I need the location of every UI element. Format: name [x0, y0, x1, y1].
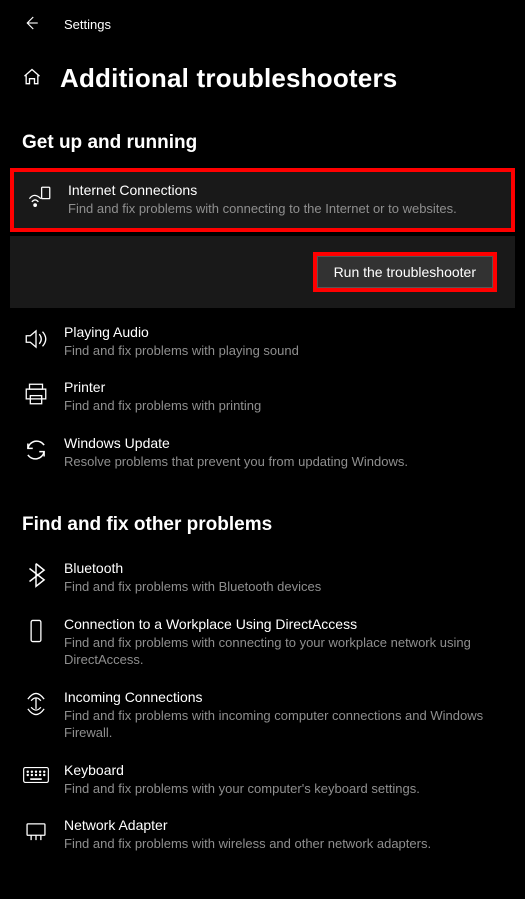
item-desc: Resolve problems that prevent you from u…: [64, 453, 503, 471]
page-title: Additional troubleshooters: [60, 63, 397, 94]
troubleshooter-printer[interactable]: Printer Find and fix problems with print…: [10, 369, 515, 425]
item-text: Connection to a Workplace Using DirectAc…: [64, 616, 503, 669]
list-other: Bluetooth Find and fix problems with Blu…: [0, 550, 525, 867]
item-name: Connection to a Workplace Using DirectAc…: [64, 616, 503, 632]
page-title-row: Additional troubleshooters: [0, 49, 525, 114]
run-troubleshooter-row: Run the troubleshooter: [10, 236, 515, 308]
window-header: Settings: [0, 0, 525, 49]
item-name: Keyboard: [64, 762, 503, 778]
network-adapter-icon: [22, 819, 50, 847]
home-icon[interactable]: [22, 67, 42, 90]
item-desc: Find and fix problems with connecting to…: [64, 634, 503, 669]
troubleshooter-windows-update[interactable]: Windows Update Resolve problems that pre…: [10, 425, 515, 481]
app-title: Settings: [64, 17, 111, 32]
item-desc: Find and fix problems with wireless and …: [64, 835, 503, 853]
item-text: Internet Connections Find and fix proble…: [68, 182, 499, 218]
item-name: Printer: [64, 379, 503, 395]
item-text: Bluetooth Find and fix problems with Blu…: [64, 560, 503, 596]
item-text: Keyboard Find and fix problems with your…: [64, 762, 503, 798]
update-icon: [22, 437, 50, 465]
item-name: Windows Update: [64, 435, 503, 451]
troubleshooter-playing-audio[interactable]: Playing Audio Find and fix problems with…: [10, 314, 515, 370]
item-desc: Find and fix problems with connecting to…: [68, 200, 499, 218]
item-text: Playing Audio Find and fix problems with…: [64, 324, 503, 360]
item-name: Playing Audio: [64, 324, 503, 340]
arrow-left-icon: [22, 14, 40, 32]
troubleshooter-incoming-connections[interactable]: Incoming Connections Find and fix proble…: [10, 679, 515, 752]
section-title-get-up: Get up and running: [0, 114, 525, 168]
run-troubleshooter-button[interactable]: Run the troubleshooter: [317, 256, 493, 288]
item-name: Network Adapter: [64, 817, 503, 833]
section-title-other: Find and fix other problems: [0, 484, 525, 550]
list-get-up: Internet Connections Find and fix proble…: [0, 168, 525, 236]
troubleshooter-bluetooth[interactable]: Bluetooth Find and fix problems with Blu…: [10, 550, 515, 606]
item-desc: Find and fix problems with printing: [64, 397, 503, 415]
item-desc: Find and fix problems with Bluetooth dev…: [64, 578, 503, 596]
troubleshooter-keyboard[interactable]: Keyboard Find and fix problems with your…: [10, 752, 515, 808]
item-text: Incoming Connections Find and fix proble…: [64, 689, 503, 742]
audio-icon: [22, 326, 50, 354]
troubleshooter-internet-connections[interactable]: Internet Connections Find and fix proble…: [10, 168, 515, 232]
item-desc: Find and fix problems with your computer…: [64, 780, 503, 798]
troubleshooter-workplace-directaccess[interactable]: Connection to a Workplace Using DirectAc…: [10, 606, 515, 679]
item-text: Network Adapter Find and fix problems wi…: [64, 817, 503, 853]
item-name: Internet Connections: [68, 182, 499, 198]
troubleshooter-network-adapter[interactable]: Network Adapter Find and fix problems wi…: [10, 807, 515, 863]
printer-icon: [22, 381, 50, 409]
item-text: Windows Update Resolve problems that pre…: [64, 435, 503, 471]
item-text: Printer Find and fix problems with print…: [64, 379, 503, 415]
internet-icon: [26, 184, 54, 212]
incoming-icon: [22, 691, 50, 719]
run-highlight: Run the troubleshooter: [313, 252, 497, 292]
item-name: Bluetooth: [64, 560, 503, 576]
keyboard-icon: [22, 764, 50, 792]
back-button[interactable]: [22, 14, 40, 35]
bluetooth-icon: [22, 562, 50, 590]
workplace-icon: [22, 618, 50, 646]
item-name: Incoming Connections: [64, 689, 503, 705]
list-get-up-rest: Playing Audio Find and fix problems with…: [0, 314, 525, 485]
item-desc: Find and fix problems with playing sound: [64, 342, 503, 360]
item-desc: Find and fix problems with incoming comp…: [64, 707, 503, 742]
